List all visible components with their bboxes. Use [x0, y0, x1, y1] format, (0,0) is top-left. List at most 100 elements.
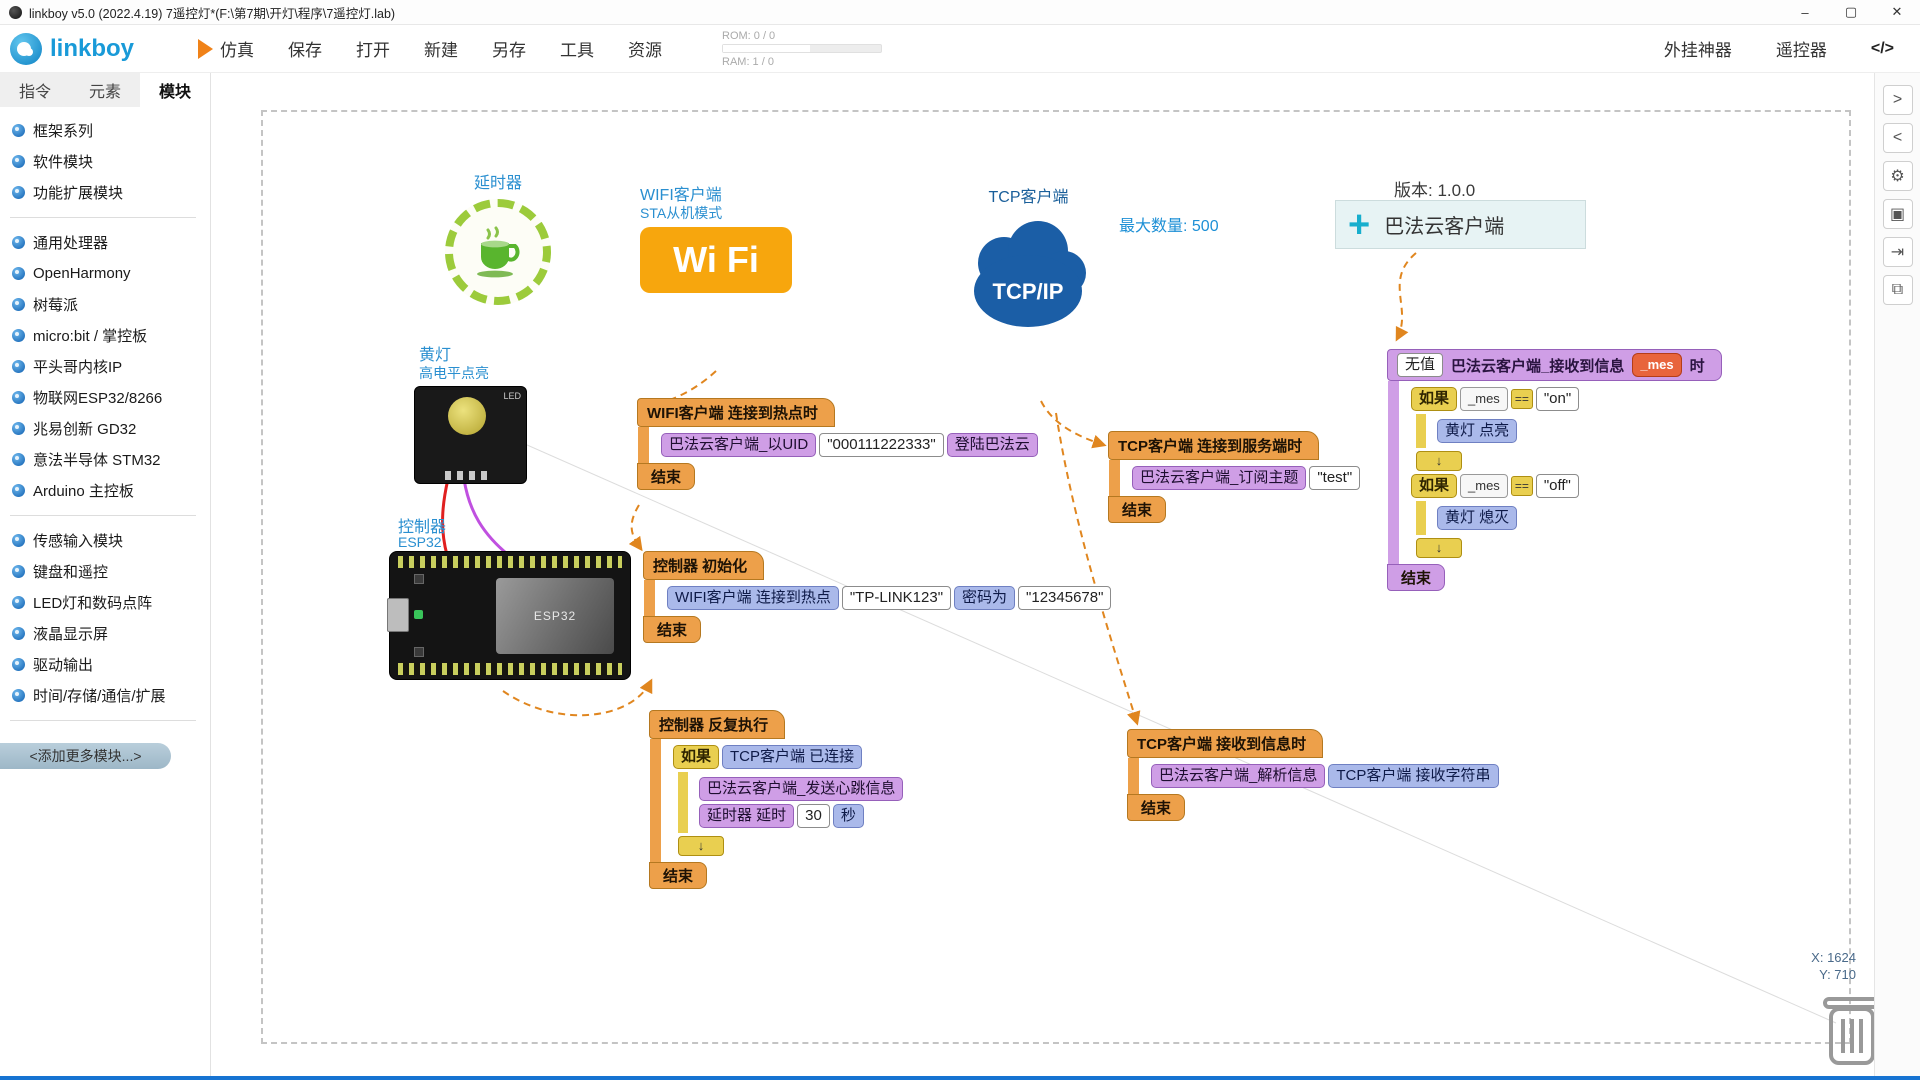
- tcp-connected-condition[interactable]: TCP客户端 已连接: [722, 745, 862, 769]
- sidebar-item-microbit[interactable]: micro:bit / 掌控板: [0, 320, 210, 351]
- block-header[interactable]: 控制器 初始化: [643, 551, 764, 580]
- uid-value[interactable]: "000111222333": [819, 433, 944, 457]
- save-button[interactable]: 保存: [288, 36, 322, 61]
- block-controller-loop[interactable]: 控制器 反复执行 如果 TCP客户端 已连接 巴法云客户端_发送心跳信息 延时器…: [649, 710, 903, 889]
- code-view-icon[interactable]: </>: [1871, 40, 1894, 58]
- mes-variable[interactable]: _mes: [1460, 474, 1508, 498]
- export-code-icon[interactable]: ⇥: [1883, 237, 1913, 267]
- sidebar-item-generic-processor[interactable]: 通用处理器: [0, 227, 210, 258]
- mes-variable[interactable]: _mes: [1460, 387, 1508, 411]
- block-end[interactable]: 结束: [649, 862, 707, 889]
- block-end[interactable]: 结束: [637, 463, 695, 490]
- tools-button[interactable]: 工具: [560, 36, 594, 61]
- remote-control-button[interactable]: 遥控器: [1776, 36, 1827, 61]
- block-header[interactable]: 无值 巴法云客户端_接收到信息 _mes 时: [1387, 349, 1722, 381]
- bafa-client-module[interactable]: + 巴法云客户端: [1335, 200, 1586, 249]
- statement-row[interactable]: 巴法云客户端_以UID "000111222333" 登陆巴法云: [661, 433, 1038, 457]
- block-header[interactable]: WIFI客户端 连接到热点时: [637, 398, 835, 427]
- statement-row[interactable]: 黄灯 熄灭: [1437, 506, 1722, 530]
- sidebar-item-pingtouge[interactable]: 平头哥内核IP: [0, 351, 210, 382]
- canvas[interactable]: 延时器 WIFI客户端 STA从机模式 WiFi TCP客户端 TCP/IP 最…: [211, 73, 1874, 1076]
- plugin-button[interactable]: 外挂神器: [1664, 36, 1732, 61]
- tab-modules[interactable]: 模块: [140, 73, 210, 107]
- if-keyword[interactable]: 如果: [1411, 387, 1457, 411]
- ssid-value[interactable]: "TP-LINK123": [842, 586, 951, 610]
- statement-row[interactable]: 巴法云客户端_解析信息 TCP客户端 接收字符串: [1151, 764, 1499, 788]
- settings-gear-icon[interactable]: ⚙: [1883, 161, 1913, 191]
- block-header[interactable]: TCP客户端 连接到服务端时: [1108, 431, 1319, 460]
- sidebar-item-lcd[interactable]: 液晶显示屏: [0, 618, 210, 649]
- if-keyword[interactable]: 如果: [1411, 474, 1457, 498]
- block-end[interactable]: 结束: [1108, 496, 1166, 523]
- led-off-statement[interactable]: 黄灯 熄灭: [1437, 506, 1517, 530]
- led-on-statement[interactable]: 黄灯 点亮: [1437, 419, 1517, 443]
- save-as-button[interactable]: 另存: [492, 36, 526, 61]
- on-value[interactable]: "on": [1536, 387, 1579, 411]
- sidebar-item-esp32[interactable]: 物联网ESP32/8266: [0, 382, 210, 413]
- wifi-connect-statement[interactable]: WIFI客户端 连接到热点: [667, 586, 839, 610]
- tab-elements[interactable]: 元素: [70, 73, 140, 107]
- if-row[interactable]: 如果 _mes == "on": [1411, 387, 1722, 411]
- block-end[interactable]: 结束: [1387, 564, 1445, 591]
- sidebar-item-software-modules[interactable]: 软件模块: [0, 146, 210, 177]
- password-keyword[interactable]: 密码为: [954, 586, 1015, 610]
- statement-row[interactable]: 延时器 延时 30 秒: [699, 804, 903, 828]
- mes-param-badge[interactable]: _mes: [1632, 353, 1681, 377]
- parse-message-statement[interactable]: 巴法云客户端_解析信息: [1151, 764, 1325, 788]
- delay-statement[interactable]: 延时器 延时: [699, 804, 794, 828]
- equals-operator[interactable]: ==: [1511, 389, 1533, 409]
- sidebar-item-extension-modules[interactable]: 功能扩展模块: [0, 177, 210, 208]
- block-tcp-receive-event[interactable]: TCP客户端 接收到信息时 巴法云客户端_解析信息 TCP客户端 接收字符串 结…: [1127, 729, 1499, 821]
- sidebar-item-keyboard-remote[interactable]: 键盘和遥控: [0, 556, 210, 587]
- heartbeat-statement[interactable]: 巴法云客户端_发送心跳信息: [699, 777, 903, 801]
- block-header[interactable]: 控制器 反复执行: [649, 710, 785, 739]
- open-button[interactable]: 打开: [356, 36, 390, 61]
- block-end[interactable]: 结束: [643, 616, 701, 643]
- panel-expand-icon[interactable]: <: [1883, 123, 1913, 153]
- block-bafa-message-event[interactable]: 无值 巴法云客户端_接收到信息 _mes 时 如果 _mes == "on" 黄…: [1387, 349, 1722, 591]
- timer-module-icon[interactable]: [445, 199, 551, 305]
- sidebar-item-frame-series[interactable]: 框架系列: [0, 115, 210, 146]
- sidebar-item-gd32[interactable]: 兆易创新 GD32: [0, 413, 210, 444]
- statement-row[interactable]: 巴法云客户端_发送心跳信息: [699, 777, 903, 801]
- seconds-unit[interactable]: 秒: [833, 804, 864, 828]
- tcp-module-icon[interactable]: TCP/IP: [964, 211, 1094, 342]
- new-button[interactable]: 新建: [424, 36, 458, 61]
- sidebar-item-stm32[interactable]: 意法半导体 STM32: [0, 444, 210, 475]
- statement-row[interactable]: 巴法云客户端_订阅主题 "test": [1132, 466, 1360, 490]
- wifi-module-icon[interactable]: WiFi: [640, 227, 792, 293]
- delay-value[interactable]: 30: [797, 804, 830, 828]
- export-image-icon[interactable]: ▣: [1883, 199, 1913, 229]
- equals-operator[interactable]: ==: [1511, 476, 1533, 496]
- if-end-arrow[interactable]: ↓: [1416, 538, 1462, 558]
- led-module-image[interactable]: LED: [414, 386, 527, 484]
- sidebar-item-driver-output[interactable]: 驱动输出: [0, 649, 210, 680]
- block-header[interactable]: TCP客户端 接收到信息时: [1127, 729, 1323, 758]
- off-value[interactable]: "off": [1536, 474, 1579, 498]
- sidebar-item-raspberrypi[interactable]: 树莓派: [0, 289, 210, 320]
- simulate-button[interactable]: 仿真: [198, 36, 254, 61]
- bafa-login-statement[interactable]: 巴法云客户端_以UID: [661, 433, 816, 457]
- received-string-value[interactable]: TCP客户端 接收字符串: [1328, 764, 1498, 788]
- bafa-login-suffix[interactable]: 登陆巴法云: [947, 433, 1038, 457]
- trash-can-icon[interactable]: [1819, 989, 1874, 1074]
- password-value[interactable]: "12345678": [1018, 586, 1111, 610]
- block-controller-init[interactable]: 控制器 初始化 WIFI客户端 连接到热点 "TP-LINK123" 密码为 "…: [643, 551, 1111, 643]
- statement-row[interactable]: 黄灯 点亮: [1437, 419, 1722, 443]
- subscribe-statement[interactable]: 巴法云客户端_订阅主题: [1132, 466, 1306, 490]
- statement-row[interactable]: WIFI客户端 连接到热点 "TP-LINK123" 密码为 "12345678…: [667, 586, 1111, 610]
- sidebar-item-time-storage-comm[interactable]: 时间/存储/通信/扩展: [0, 680, 210, 711]
- if-end-arrow[interactable]: ↓: [678, 836, 724, 856]
- minimize-button[interactable]: –: [1782, 0, 1828, 24]
- add-more-modules-button[interactable]: <添加更多模块...>: [0, 743, 171, 769]
- sidebar-item-openharmony[interactable]: OpenHarmony: [0, 258, 210, 289]
- sidebar-item-led-matrix[interactable]: LED灯和数码点阵: [0, 587, 210, 618]
- block-end[interactable]: 结束: [1127, 794, 1185, 821]
- if-end-arrow[interactable]: ↓: [1416, 451, 1462, 471]
- if-row[interactable]: 如果 _mes == "off": [1411, 474, 1722, 498]
- panel-collapse-icon[interactable]: >: [1883, 85, 1913, 115]
- block-tcp-connect-event[interactable]: TCP客户端 连接到服务端时 巴法云客户端_订阅主题 "test" 结束: [1108, 431, 1360, 523]
- if-row[interactable]: 如果 TCP客户端 已连接: [673, 745, 903, 769]
- sidebar-item-sensors[interactable]: 传感输入模块: [0, 525, 210, 556]
- topic-value[interactable]: "test": [1309, 466, 1360, 490]
